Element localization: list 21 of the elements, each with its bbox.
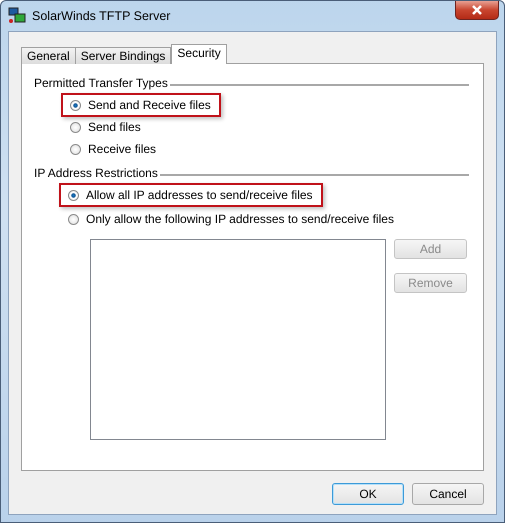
radio-button[interactable] xyxy=(68,214,79,224)
option-label: Receive files xyxy=(88,142,156,156)
option-label: Send files xyxy=(88,120,141,134)
option-label: Allow all IP addresses to send/receive files xyxy=(86,188,313,202)
close-icon xyxy=(471,5,483,15)
tab[interactable]: Security xyxy=(171,44,227,64)
radio-button[interactable] xyxy=(68,190,79,200)
option-label: Send and Receive files xyxy=(88,98,211,112)
computers-icon xyxy=(8,7,26,25)
close-button[interactable] xyxy=(455,1,499,20)
dialog-button[interactable]: OK xyxy=(332,483,404,505)
radio-button[interactable] xyxy=(70,100,81,110)
window-title: SolarWinds TFTP Server xyxy=(32,9,170,23)
option-label: Only allow the following IP addresses to send/receive files xyxy=(86,212,394,226)
radio-button[interactable] xyxy=(70,122,81,132)
group-title: IP Address Restrictions xyxy=(34,166,158,180)
radio-button[interactable] xyxy=(70,144,81,154)
dialog-button[interactable]: Cancel xyxy=(412,483,484,505)
group-title: Permitted Transfer Types xyxy=(34,76,168,90)
tab[interactable]: Server Bindings xyxy=(74,47,172,64)
tab[interactable]: General xyxy=(21,47,76,64)
